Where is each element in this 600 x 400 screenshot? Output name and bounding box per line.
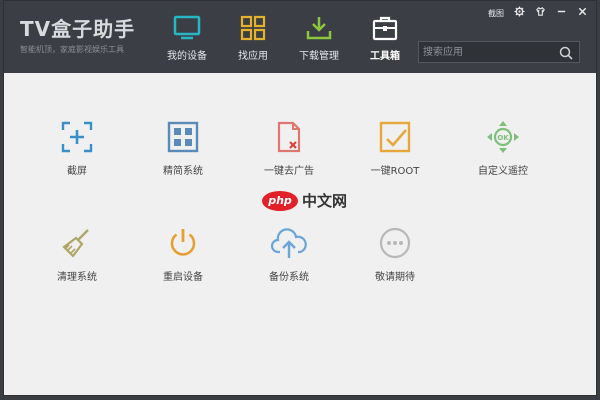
toolbox-icon bbox=[372, 16, 398, 41]
tab-find-apps[interactable]: 找应用 bbox=[220, 15, 286, 62]
tool-custom-remote[interactable]: OK 自定义遥控 bbox=[458, 120, 548, 177]
grid-icon bbox=[240, 15, 266, 41]
screenshot-icon bbox=[61, 121, 93, 153]
tool-restart-device[interactable]: 重启设备 bbox=[138, 226, 228, 283]
screenshot-button[interactable]: 截图 bbox=[488, 8, 504, 20]
close-icon[interactable] bbox=[577, 6, 588, 21]
search-icon[interactable] bbox=[559, 45, 573, 64]
tab-my-devices[interactable]: 我的设备 bbox=[154, 15, 220, 62]
power-icon bbox=[170, 229, 196, 256]
root-check-icon bbox=[379, 121, 411, 153]
tab-toolbox[interactable]: 工具箱 bbox=[352, 15, 418, 62]
tab-label: 找应用 bbox=[238, 51, 268, 62]
tool-slim-system[interactable]: 精简系统 bbox=[138, 120, 228, 177]
window-controls: 截图 bbox=[488, 6, 588, 21]
cloud-upload-icon bbox=[270, 228, 307, 258]
tool-label: 备份系统 bbox=[269, 272, 309, 283]
remote-control-icon: OK bbox=[487, 121, 519, 153]
tv-icon bbox=[173, 15, 201, 40]
tool-label: 自定义遥控 bbox=[478, 166, 528, 177]
app-title: TV盒子助手 bbox=[20, 17, 136, 41]
watermark-badge: php bbox=[262, 190, 298, 211]
tool-clean-system[interactable]: 清理系统 bbox=[32, 226, 122, 283]
broom-icon bbox=[62, 229, 89, 258]
tool-screenshot[interactable]: 截屏 bbox=[32, 120, 122, 177]
tool-backup-system[interactable]: 备份系统 bbox=[244, 226, 334, 283]
skin-icon[interactable] bbox=[535, 6, 546, 21]
tool-label: 一键去广告 bbox=[264, 166, 314, 177]
tool-label: 重启设备 bbox=[163, 272, 203, 283]
tab-label: 下载管理 bbox=[299, 51, 339, 62]
app-slogan: 智能机顶，家庭影视娱乐工具 bbox=[20, 45, 124, 54]
tool-label: 截屏 bbox=[67, 166, 87, 177]
settings-icon[interactable] bbox=[514, 6, 525, 21]
header-bar: TV盒子助手 智能机顶，家庭影视娱乐工具 截图 我的设备 找应用 下载管理 工具… bbox=[4, 1, 596, 73]
app-window: TV盒子助手 智能机顶，家庭影视娱乐工具 截图 我的设备 找应用 下载管理 工具… bbox=[3, 0, 597, 396]
tab-download-manager[interactable]: 下载管理 bbox=[286, 15, 352, 62]
tool-label: 清理系统 bbox=[57, 272, 97, 283]
toolbox-panel: 截屏 精简系统 一键去广告 一键ROOT OK 自定义遥控 清理系统 重启设备 bbox=[4, 73, 596, 395]
tool-label: 精简系统 bbox=[163, 166, 203, 177]
search-box bbox=[418, 41, 580, 63]
remove-ad-icon bbox=[277, 121, 301, 153]
grid-icon bbox=[167, 121, 199, 153]
tab-label: 工具箱 bbox=[370, 51, 400, 62]
app-logo: TV盒子助手 智能机顶，家庭影视娱乐工具 bbox=[20, 13, 135, 55]
tool-coming-soon: 敬请期待 bbox=[350, 226, 440, 283]
search-input[interactable] bbox=[423, 44, 553, 60]
svg-text:OK: OK bbox=[497, 134, 509, 142]
tab-label: 我的设备 bbox=[167, 51, 207, 62]
download-icon bbox=[306, 17, 332, 40]
tool-label: 一键ROOT bbox=[370, 166, 420, 177]
more-icon bbox=[379, 227, 411, 259]
minimize-icon[interactable] bbox=[556, 6, 567, 21]
tool-remove-ads[interactable]: 一键去广告 bbox=[244, 120, 334, 177]
watermark: php 中文网 bbox=[262, 190, 347, 211]
watermark-text: 中文网 bbox=[302, 192, 348, 210]
tool-one-click-root[interactable]: 一键ROOT bbox=[350, 120, 440, 177]
tool-label: 敬请期待 bbox=[375, 272, 415, 283]
main-nav: 我的设备 找应用 下载管理 工具箱 bbox=[154, 15, 418, 62]
